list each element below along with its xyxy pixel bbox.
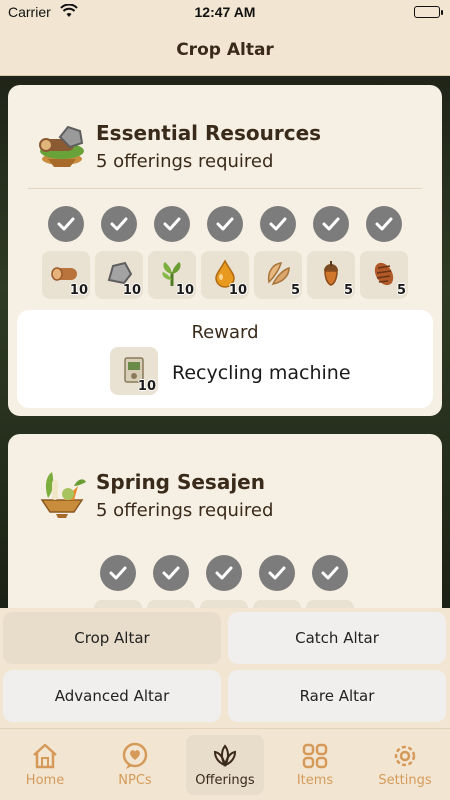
item-count: 10 [122,283,141,298]
tab-label: Offerings [195,773,255,788]
check-icon [312,555,348,591]
wood-stone-altar-icon [34,115,90,171]
altar-title: Essential Resources [96,121,322,145]
offering-item[interactable]: 10 [201,251,249,299]
item-count: 10 [69,283,88,298]
item-count: 10 [228,283,247,298]
reward-label: Reward [191,322,259,343]
altar-list[interactable]: Essential Resources 5 offerings required… [0,76,450,608]
nav-bar: Crop Altar [0,26,450,76]
item-count: 5 [396,283,406,298]
check-icon [48,206,84,242]
offering-item[interactable]: 10 [42,251,90,299]
check-icon [101,206,137,242]
reward-name: Recycling machine [172,362,351,384]
check-icon [366,206,402,242]
lotus-icon [213,744,237,767]
check-icon [207,206,243,242]
item-count: 10 [137,379,156,394]
tab-label: NPCs [118,773,152,788]
check-icon [206,555,242,591]
offering-item[interactable] [147,600,195,608]
advanced-altar-button[interactable]: Advanced Altar [3,670,221,722]
page-title: Crop Altar [176,40,274,60]
tab-label: Items [296,773,334,788]
vegetable-offering-icon [34,464,90,520]
offering-item[interactable]: 5 [360,251,408,299]
battery-icon [414,6,443,18]
heart-bubble-icon [122,742,148,769]
item-count: 10 [175,283,194,298]
crop-altar-button[interactable]: Crop Altar [3,612,221,664]
item-count: 5 [343,283,353,298]
divider [28,188,422,189]
offering-checks [48,206,408,242]
gear-icon [394,745,416,767]
offering-checks [100,555,360,591]
offering-item[interactable] [306,600,354,608]
offering-item[interactable]: 10 [95,251,143,299]
reward-panel: Reward 10 Recycling machine [17,310,433,408]
altar-title: Spring Sesajen [96,470,265,494]
offering-item[interactable]: 10 [148,251,196,299]
tab-home[interactable]: Home [6,735,84,795]
item-count: 5 [290,283,300,298]
altar-selector: Crop Altar Catch Altar Advanced Altar Ra… [0,608,450,728]
grid-icon [302,743,328,769]
check-icon [313,206,349,242]
check-icon [100,555,136,591]
rare-altar-button[interactable]: Rare Altar [228,670,446,722]
reward-item[interactable]: 10 [110,347,158,395]
tab-settings[interactable]: Settings [366,735,444,795]
tab-label: Settings [378,773,432,788]
house-icon [33,743,57,769]
tab-label: Home [25,773,65,788]
clock: 12:47 AM [194,4,256,20]
altar-card-essential-resources: Essential Resources 5 offerings required… [8,85,442,416]
check-icon [259,555,295,591]
offering-item[interactable]: 5 [254,251,302,299]
tab-npcs[interactable]: NPCs [96,735,174,795]
altar-requirement: 5 offerings required [96,151,274,172]
altar-card-spring-sesajen: Spring Sesajen 5 offerings required [8,434,442,608]
check-icon [260,206,296,242]
offering-items [94,600,364,608]
offering-item[interactable] [200,600,248,608]
check-icon [154,206,190,242]
offering-item[interactable] [253,600,301,608]
tab-bar: Home NPCs Offerings Items Settings [0,728,450,800]
catch-altar-button[interactable]: Catch Altar [228,612,446,664]
tab-items[interactable]: Items [276,735,354,795]
offering-items: 10 10 10 10 5 5 5 [42,251,412,299]
status-bar: Carrier 12:47 AM [0,0,450,26]
altar-requirement: 5 offerings required [96,500,274,521]
offering-item[interactable] [94,600,142,608]
offering-item[interactable]: 5 [307,251,355,299]
tab-offerings[interactable]: Offerings [186,735,264,795]
check-icon [153,555,189,591]
